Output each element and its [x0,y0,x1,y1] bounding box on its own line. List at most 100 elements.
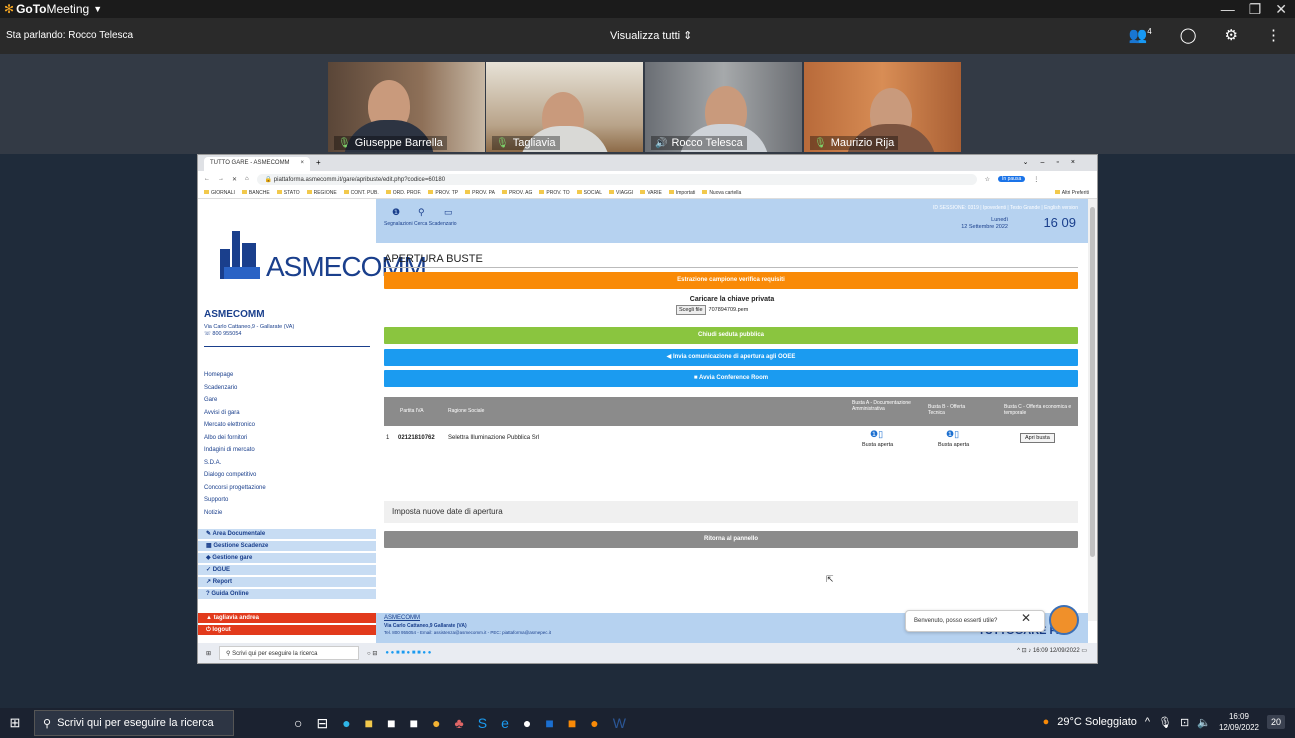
restore-icon[interactable]: ❐ [1249,0,1262,18]
calc-icon[interactable]: ■ [410,715,418,732]
profile-button[interactable]: In pausa [998,176,1026,182]
sidebar-menu-item[interactable]: Indagini di mercato [204,444,266,457]
bookmark-item[interactable]: ORD. PROF. [386,190,422,196]
sidebar-menu-item[interactable]: Concorsi progettazione [204,482,266,495]
participant-tile[interactable]: 🎙 Giuseppe Barrella [328,62,485,152]
view-all-button[interactable]: Visualizza tutti ⇕ [610,29,692,42]
sidebar-menu-item[interactable]: Scadenzario [204,382,266,395]
back-icon[interactable]: ← [204,176,210,182]
send-communication-button[interactable]: ◀ Invia comunicazione di apertura agli O… [384,349,1078,366]
sidebar-section[interactable]: ? Guida Online [198,589,376,600]
return-to-panel-button[interactable]: Ritorna al pannello [384,531,1078,548]
bookmark-item[interactable]: VIAGGI [609,190,633,196]
bookmark-item[interactable]: PROV. AG [502,190,532,196]
chat-avatar[interactable] [1049,605,1079,635]
bookmark-item[interactable]: PROV. PA [465,190,495,196]
taskbar-apps[interactable]: ● ● ■ ■ ● ■ ■ ● ● [385,650,431,656]
participants-button[interactable]: 👥4 [1129,26,1152,44]
app-brand[interactable]: GoToMeeting [16,2,89,16]
other-bookmarks[interactable]: Altri Preferiti [1055,190,1089,196]
clock[interactable]: 16:09 12/09/2022 [1219,711,1259,733]
volume-icon[interactable]: 🔈 [1197,716,1211,729]
menu-icon[interactable]: ⋮ [1033,176,1039,183]
bookmark-item[interactable]: VARIE [640,190,662,196]
edge-icon[interactable]: ● [342,715,350,732]
sidebar-menu-item[interactable]: Notizie [204,507,266,520]
search-icon[interactable]: ⚲ [418,207,425,218]
widgets-icon[interactable]: ⊟ [316,715,328,732]
sidebar-menu-item[interactable]: Supporto [204,494,266,507]
participant-tile[interactable]: 🎙 Tagliavia [486,62,643,152]
close-session-button[interactable]: Chiudi seduta pubblica [384,327,1078,344]
conference-room-button[interactable]: ■ Avvia Conference Room [384,370,1078,387]
notification-badge[interactable]: 20 [1266,715,1285,729]
chrome-icon[interactable]: ● [432,715,440,732]
sidebar-section[interactable]: ▦ Gestione Scadenze [198,541,376,552]
sidebar-section[interactable]: ◆ Gestione gare [198,553,376,564]
taskbar-search[interactable]: ⚲ Scrivi qui per eseguire la ricerca [34,710,234,736]
bookmark-item[interactable]: PROV. TO [539,190,569,196]
sidebar-menu-item[interactable]: Mercato elettronico [204,419,266,432]
app-icon[interactable]: ■ [568,715,576,732]
close-icon[interactable]: ✕ [1275,0,1287,18]
calendar-icon[interactable]: ▭ [444,207,453,218]
sidebar-menu-item[interactable]: S.D.A. [204,457,266,470]
url-input[interactable]: 🔒 piattaforma.asmecomm.it/gare/apribuste… [256,173,977,185]
close-chat-icon[interactable]: ✕ [1021,611,1031,625]
set-new-dates[interactable]: Imposta nuove date di apertura [384,501,1078,523]
extraction-button[interactable]: Estrazione campione verifica requisiti [384,272,1078,289]
skype-icon[interactable]: S [478,715,487,732]
stop-icon[interactable]: ✕ [232,176,237,183]
forward-icon[interactable]: → [218,176,224,182]
sidebar-menu-item[interactable]: Avvisi di gara [204,407,266,420]
ie-icon[interactable]: e [501,715,509,732]
accessibility-links[interactable]: ID SESSIONE: 0319 | Ipovedenti | Testo G… [933,205,1078,211]
chevron-down-icon[interactable]: ▼ [93,4,102,14]
taskview-icon[interactable]: ○ [294,715,302,732]
minimize-icon[interactable]: — [1221,0,1235,18]
weather-text[interactable]: 29°C Soleggiato [1057,716,1137,728]
participant-tile[interactable]: 🎙 Maurizio Rija [804,62,961,152]
open-envelope-button[interactable]: Apri busta [1020,433,1055,443]
browser-tab[interactable]: TUTTO GARE - ASMECOMM × [204,157,310,171]
bookmark-item[interactable]: GIORNALI [204,190,235,196]
envelope-icon[interactable]: ❶▯ [946,429,959,440]
sidebar-menu-item[interactable]: Gare [204,394,266,407]
bookmark-item[interactable]: STATO [277,190,300,196]
sidebar-section[interactable]: ✎ Area Documentale [198,529,376,540]
bookmark-item[interactable]: Importati [669,190,695,196]
home-icon[interactable]: ⌂ [245,176,249,182]
explorer-icon[interactable]: ■ [365,715,373,732]
scrollbar[interactable] [1088,199,1097,621]
scrollbar-thumb[interactable] [1090,207,1095,557]
bookmark-item[interactable]: Nuova cartella [702,190,741,196]
new-tab-icon[interactable]: + [316,158,321,167]
store-icon[interactable]: ■ [387,715,395,732]
label-segnalazioni[interactable]: Segnalazioni [384,221,413,227]
bookmark-item[interactable]: BANCHE [242,190,270,196]
taskview-icon[interactable]: ○ ⊟ [367,650,377,657]
network-icon[interactable]: ⊡ [1180,716,1189,729]
inner-search[interactable]: ⚲ Scrivi qui per eseguire la ricerca [219,646,360,660]
close-tab-icon[interactable]: × [300,160,304,166]
star-icon[interactable]: ☆ [985,176,990,183]
sidebar-user[interactable]: ▲ tagliavia andrea [198,613,376,624]
sidebar-section[interactable]: ↗ Report [198,577,376,588]
label-cerca[interactable]: Cerca [414,221,427,227]
sidebar-menu-item[interactable]: Homepage [204,369,266,382]
goto-icon[interactable]: ● [590,715,598,732]
sidebar-menu-item[interactable]: Albo dei fornitori [204,432,266,445]
sidebar-section[interactable]: ✓ DGUE [198,565,376,576]
bookmark-item[interactable]: REGIONE [307,190,337,196]
participant-tile[interactable]: 🔊 Rocco Telesca [645,62,802,152]
logout-link[interactable]: ⏻ logout [198,625,376,636]
chevron-up-icon[interactable]: ^ [1145,716,1150,728]
settings-icon[interactable]: ⚙ [1225,26,1238,44]
more-icon[interactable]: ⋮ [1266,26,1281,44]
sidebar-menu-item[interactable]: Dialogo competitivo [204,469,266,482]
footer-name[interactable]: ASMECOMM [384,615,420,621]
label-scadenzario[interactable]: Scadenzario [429,221,457,227]
envelope-icon[interactable]: ❶▯ [870,429,883,440]
bookmark-item[interactable]: SOCIAL [577,190,602,196]
windows-start-icon[interactable]: ⊞ [4,715,26,731]
